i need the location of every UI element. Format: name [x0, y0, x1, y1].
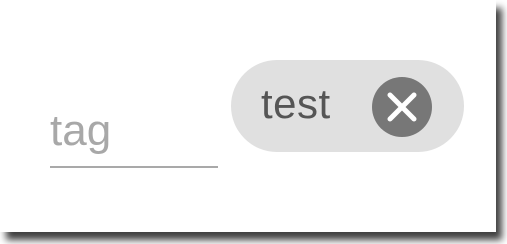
input-underline — [50, 166, 218, 168]
close-circle-icon[interactable] — [372, 77, 432, 137]
tag-chip: test — [231, 60, 464, 152]
tag-chip-label: test — [261, 80, 331, 127]
tag-input[interactable] — [50, 96, 218, 166]
tag-field — [50, 96, 218, 170]
tag-input-card: test — [0, 0, 496, 232]
